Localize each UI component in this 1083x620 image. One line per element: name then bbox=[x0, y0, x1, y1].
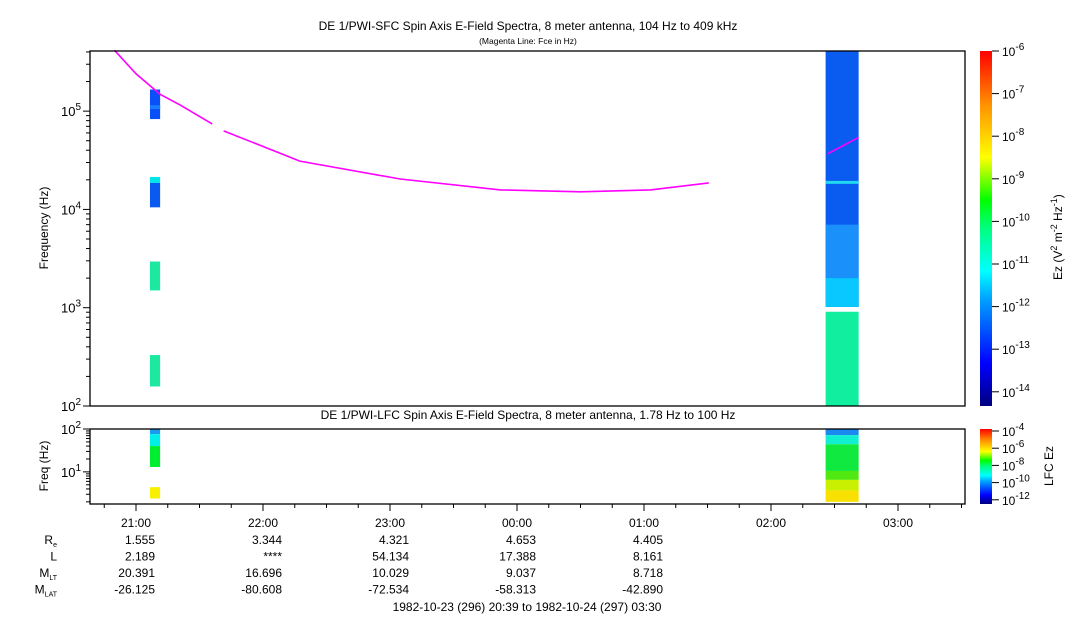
bottom-spectrogram-panel: 102 101 bbox=[61, 420, 966, 505]
spectrogram-block bbox=[825, 490, 859, 502]
spectrogram-block bbox=[149, 182, 161, 208]
ephemeris-value: 4.653 bbox=[506, 533, 536, 547]
spectrogram-block bbox=[825, 470, 859, 480]
spectrogram-block bbox=[825, 180, 859, 184]
top-spectrogram-panel: 105 104 103 102 bbox=[61, 49, 966, 414]
ephemeris-value: 3.344 bbox=[252, 533, 282, 547]
top-y-axis-label: Frequency (Hz) bbox=[37, 187, 51, 270]
colorbar-tick-label: 10-8 bbox=[1002, 127, 1025, 144]
y-tick-label: 102 bbox=[61, 420, 81, 437]
top-panel-subtitle: (Magenta Line: Fce in Hz) bbox=[479, 36, 577, 46]
top-colorbar bbox=[980, 51, 992, 406]
ephemeris-value: -80.608 bbox=[241, 583, 282, 597]
time-axis: 21:00 22:00 23:00 00:00 01:00 02:00 03:00 bbox=[103, 504, 962, 530]
time-range-label: 1982-10-23 (296) 20:39 to 1982-10-24 (29… bbox=[393, 600, 662, 614]
colorbar-tick-label: 10-10 bbox=[1002, 474, 1030, 491]
ephemeris-row-label: MLT bbox=[39, 566, 57, 582]
spectrogram-block bbox=[825, 278, 859, 307]
colorbar-tick-label: 10-13 bbox=[1002, 340, 1030, 357]
y-tick-label: 104 bbox=[61, 200, 81, 217]
spectrogram-block bbox=[149, 487, 161, 499]
top-panel-title: DE 1/PWI-SFC Spin Axis E-Field Spectra, … bbox=[319, 19, 738, 33]
ephemeris-value: 20.391 bbox=[118, 566, 155, 580]
spectrogram-block bbox=[825, 311, 859, 406]
fce-line bbox=[223, 130, 709, 193]
bottom-colorbar-label: LFC Ez bbox=[1042, 446, 1056, 486]
x-tick-label: 23:00 bbox=[375, 516, 405, 530]
ephemeris-value: 16.696 bbox=[245, 566, 282, 580]
colorbar-tick-label: 10-6 bbox=[1002, 439, 1025, 456]
spectrogram-block bbox=[149, 355, 161, 387]
spectrogram-block bbox=[149, 434, 161, 447]
ephemeris-value: 4.405 bbox=[633, 533, 663, 547]
colorbar-tick-label: 10-7 bbox=[1002, 85, 1025, 102]
colorbar-tick-label: 10-14 bbox=[1002, 383, 1030, 400]
ephemeris-value: -58.313 bbox=[495, 583, 536, 597]
ephemeris-value: 8.161 bbox=[633, 550, 663, 564]
bottom-y-axis-label: Freq (Hz) bbox=[37, 441, 51, 492]
x-tick-label: 03:00 bbox=[883, 516, 913, 530]
ephemeris-table: Re 1.555 3.344 4.321 4.653 4.405 L 2.189 **** 54.… bbox=[35, 533, 664, 599]
spectrogram-block bbox=[149, 105, 161, 110]
y-tick-label: 105 bbox=[61, 102, 81, 119]
ephemeris-value: **** bbox=[263, 550, 282, 564]
ephemeris-value: 8.718 bbox=[633, 566, 663, 580]
spectrogram-block bbox=[149, 429, 161, 435]
colorbar-tick-label: 10-12 bbox=[1002, 298, 1030, 315]
spectrogram-block bbox=[825, 479, 859, 491]
ephemeris-row-label: MLAT bbox=[35, 583, 58, 599]
spectrogram-block bbox=[825, 435, 859, 445]
colorbar-tick-label: 10-4 bbox=[1002, 422, 1025, 439]
ephemeris-value: 1.555 bbox=[125, 533, 155, 547]
x-tick-label: 01:00 bbox=[629, 516, 659, 530]
ephemeris-value: -42.890 bbox=[622, 583, 663, 597]
ephemeris-row-label: L bbox=[50, 550, 57, 564]
ephemeris-row-label: Re bbox=[44, 533, 57, 549]
spectrogram-block bbox=[149, 261, 161, 291]
y-tick-label: 103 bbox=[61, 299, 81, 316]
bottom-panel-title: DE 1/PWI-LFC Spin Axis E-Field Spectra, … bbox=[321, 408, 736, 422]
ephemeris-value: 10.029 bbox=[372, 566, 409, 580]
x-tick-label: 22:00 bbox=[248, 516, 278, 530]
x-tick-label: 21:00 bbox=[121, 516, 151, 530]
x-tick-label: 02:00 bbox=[756, 516, 786, 530]
ephemeris-value: 2.189 bbox=[125, 550, 155, 564]
colorbar-tick-label: 10-8 bbox=[1002, 456, 1025, 473]
spectrogram-figure: DE 1/PWI-SFC Spin Axis E-Field Spectra, … bbox=[35, 19, 1065, 614]
ephemeris-value: -26.125 bbox=[114, 583, 155, 597]
bottom-colorbar bbox=[980, 429, 992, 504]
colorbar-tick-label: 10-9 bbox=[1002, 170, 1025, 187]
colorbar-tick-label: 10-12 bbox=[1002, 491, 1030, 508]
y-tick-label: 102 bbox=[61, 397, 81, 414]
colorbar-tick-label: 10-11 bbox=[1002, 255, 1030, 272]
ephemeris-value: 4.321 bbox=[379, 533, 409, 547]
top-colorbar-label: Ez (V2 m-2 Hz-1) bbox=[1049, 194, 1065, 280]
ephemeris-value: -72.534 bbox=[368, 583, 409, 597]
ephemeris-value: 17.388 bbox=[499, 550, 536, 564]
colorbar-tick-label: 10-10 bbox=[1002, 212, 1030, 229]
spectrogram-block bbox=[149, 176, 161, 183]
ephemeris-value: 9.037 bbox=[506, 566, 536, 580]
colorbar-tick-label: 10-6 bbox=[1002, 42, 1025, 59]
spectrogram-block bbox=[149, 446, 161, 467]
spectrogram-block bbox=[825, 444, 859, 471]
ephemeris-value: 54.134 bbox=[372, 550, 409, 564]
spectrogram-block bbox=[825, 429, 859, 436]
x-tick-label: 00:00 bbox=[502, 516, 532, 530]
fce-line bbox=[113, 49, 213, 125]
y-tick-label: 101 bbox=[61, 463, 81, 480]
